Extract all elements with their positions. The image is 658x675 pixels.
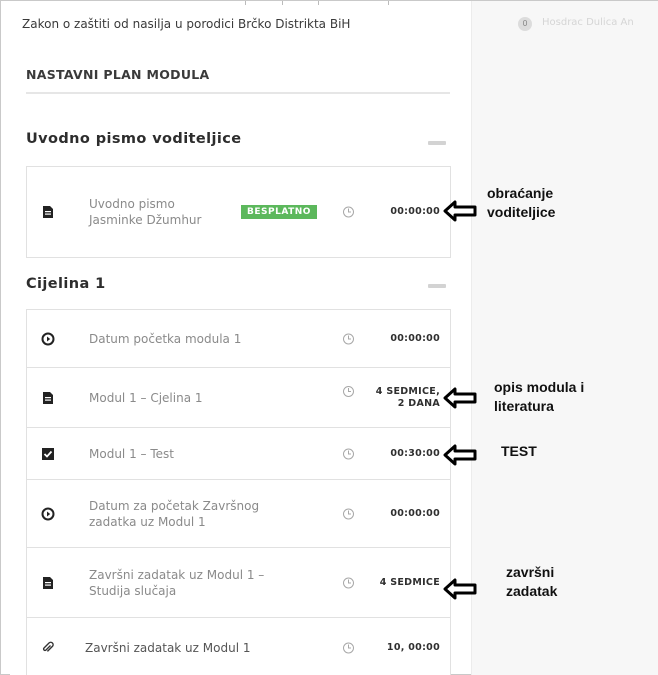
right-sidebar: 0 Hosdrac Dulica An [471, 1, 658, 675]
annotation-voditeljice: obraćanje voditeljice [487, 184, 555, 222]
annotation-line: literatura [494, 398, 554, 414]
lesson-title[interactable]: Uvodno pismo Jasminke Džumhur [89, 196, 219, 228]
lesson-duration: 4 SEDMICE, 2 DANA [376, 386, 440, 410]
screenshot-frame: Zakon o zaštiti od nasilja u porodici Br… [0, 0, 658, 675]
lesson-title[interactable]: Završni zadatak uz Modul 1 – Studija slu… [89, 567, 289, 599]
lesson-duration: 10, 00:00 [386, 642, 440, 653]
lesson-title[interactable]: Modul 1 – Cjelina 1 [89, 390, 289, 406]
section-title-uvodno: Uvodno pismo voditeljice [26, 131, 242, 147]
lesson-item[interactable]: Modul 1 – Test 00:30:00 [27, 428, 450, 480]
clock-icon [343, 577, 354, 588]
quiz-check-icon [42, 447, 54, 460]
course-curriculum-panel: Zakon o zaštiti od nasilja u porodici Br… [10, 1, 451, 675]
arrow-left-icon [443, 444, 477, 466]
clock-icon [343, 508, 354, 519]
annotation-zavrsni: završni zadatak [506, 563, 557, 601]
clock-icon [343, 642, 354, 654]
free-badge: BESPLATNO [241, 205, 317, 219]
paperclip-icon [42, 641, 54, 652]
section-title-cijelina: Cijelina 1 [26, 276, 106, 292]
document-icon [43, 576, 53, 589]
lesson-duration: 00:00:00 [390, 332, 440, 344]
document-icon [43, 391, 53, 404]
curriculum-heading: NASTAVNI PLAN MODULA [26, 67, 210, 82]
clock-icon [343, 386, 354, 397]
lesson-title[interactable]: Modul 1 – Test [89, 446, 289, 462]
lesson-duration: 00:00:00 [390, 206, 440, 217]
arrow-left-icon [443, 578, 477, 600]
counter-badge: 0 [518, 17, 532, 31]
lesson-item[interactable]: Završni zadatak uz Modul 1 10, 00:00 [27, 618, 450, 675]
annotation-test: TEST [501, 443, 537, 459]
arrow-left-icon [443, 200, 477, 222]
lesson-title[interactable]: Datum početka modula 1 [89, 331, 289, 347]
clock-icon [343, 448, 354, 459]
lesson-duration: 00:00:00 [390, 507, 440, 519]
annotation-line: završni [506, 564, 555, 580]
lesson-title[interactable]: Završni zadatak uz Modul 1 [85, 640, 285, 656]
lesson-duration: 4 SEDMICE [379, 576, 440, 588]
arrow-left-icon [443, 387, 477, 409]
lesson-item[interactable]: Uvodno pismo Jasminke Džumhur BESPLATNO … [27, 167, 450, 257]
clock-icon [343, 333, 354, 344]
lesson-duration: 00:30:00 [390, 447, 440, 459]
lesson-item[interactable]: Datum početka modula 1 00:00:00 [27, 310, 450, 368]
divider [26, 92, 450, 94]
annotation-opis: opis modula i literatura [494, 378, 584, 416]
annotation-line: zadatak [506, 583, 558, 599]
lesson-item[interactable]: Završni zadatak uz Modul 1 – Studija slu… [27, 548, 450, 618]
faded-author-text: Hosdrac Dulica An [542, 17, 634, 28]
document-icon [43, 206, 53, 218]
annotation-line: voditeljice [487, 204, 556, 220]
lesson-title[interactable]: Datum za početak Završnog zadatka uz Mod… [89, 498, 289, 530]
duration-line-1: 4 SEDMICE, [375, 385, 440, 397]
annotation-line: obraćanje [487, 185, 554, 201]
lesson-list: Datum početka modula 1 00:00:00 Modul 1 … [26, 309, 451, 675]
annotation-line: opis modula i [494, 379, 585, 395]
play-circle-icon [41, 507, 55, 520]
course-title: Zakon o zaštiti od nasilja u porodici Br… [22, 17, 351, 31]
duration-line-2: 2 DANA [397, 397, 440, 409]
collapse-section-button[interactable] [428, 284, 446, 288]
lesson-list: Uvodno pismo Jasminke Džumhur BESPLATNO … [26, 166, 451, 258]
lesson-item[interactable]: Datum za početak Završnog zadatka uz Mod… [27, 480, 450, 548]
play-circle-icon [41, 332, 55, 345]
collapse-section-button[interactable] [428, 141, 446, 145]
lesson-item[interactable]: Modul 1 – Cjelina 1 4 SEDMICE, 2 DANA [27, 368, 450, 428]
clipped-top-edge [70, 1, 450, 5]
clock-icon [343, 206, 354, 218]
